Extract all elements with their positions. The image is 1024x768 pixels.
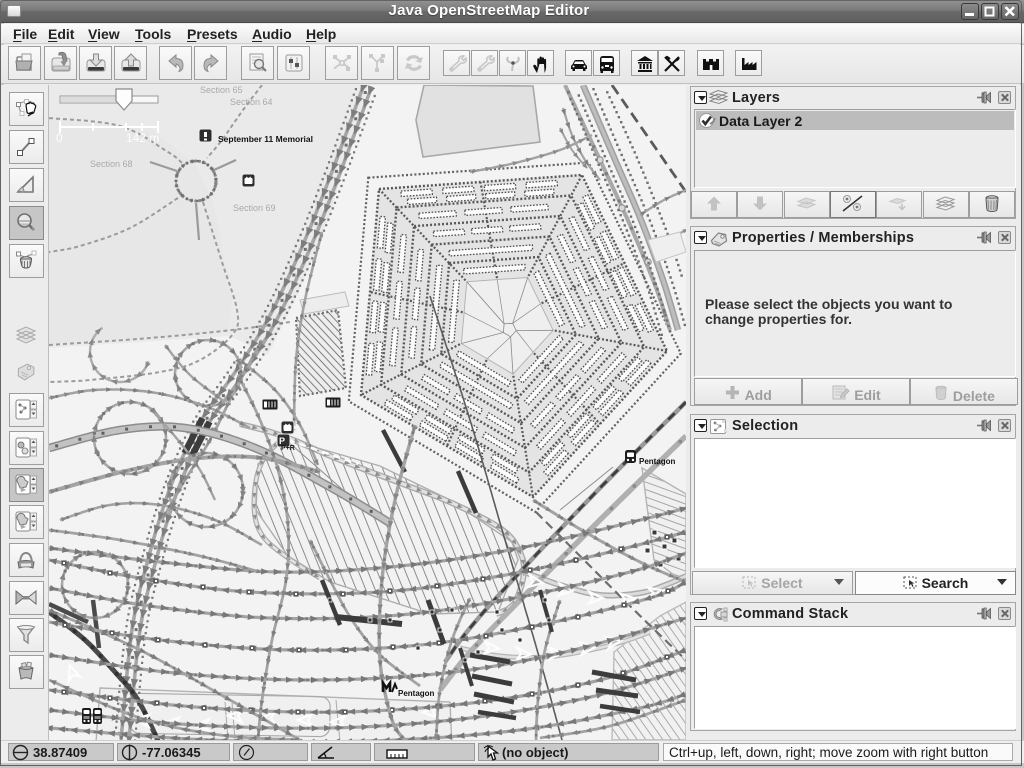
svg-text:Section 64: Section 64 (230, 97, 273, 107)
svg-text:Section 65: Section 65 (200, 85, 243, 95)
svg-text:Pentagon: Pentagon (639, 457, 676, 466)
svg-text:Section 69: Section 69 (233, 203, 276, 213)
svg-text:0: 0 (56, 131, 63, 145)
svg-text:Pentagon: Pentagon (398, 689, 435, 698)
svg-text:September 11 Memorial: September 11 Memorial (218, 134, 313, 144)
svg-text:Section 68: Section 68 (90, 159, 133, 169)
svg-text:142 m: 142 m (126, 131, 159, 145)
svg-text:P+R: P+R (281, 445, 295, 452)
